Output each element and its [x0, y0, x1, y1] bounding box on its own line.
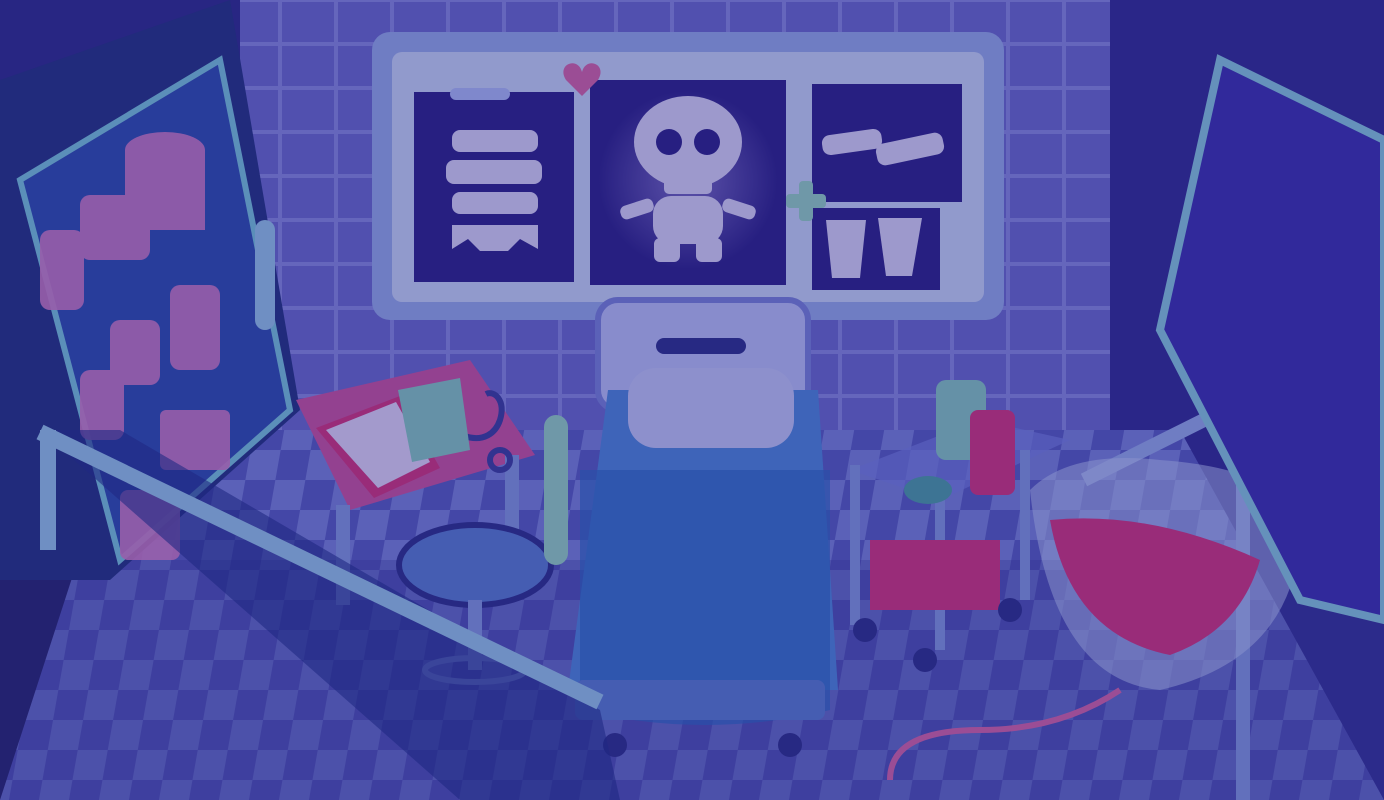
xray-lightboard — [372, 32, 1004, 320]
bone-emblem-icon — [450, 88, 510, 100]
xray-left — [414, 92, 574, 282]
pillow — [628, 368, 794, 448]
xray-skull-icon — [598, 90, 778, 270]
bone-emblem-icon — [656, 338, 746, 354]
hospital-room-scene — [0, 0, 1384, 800]
